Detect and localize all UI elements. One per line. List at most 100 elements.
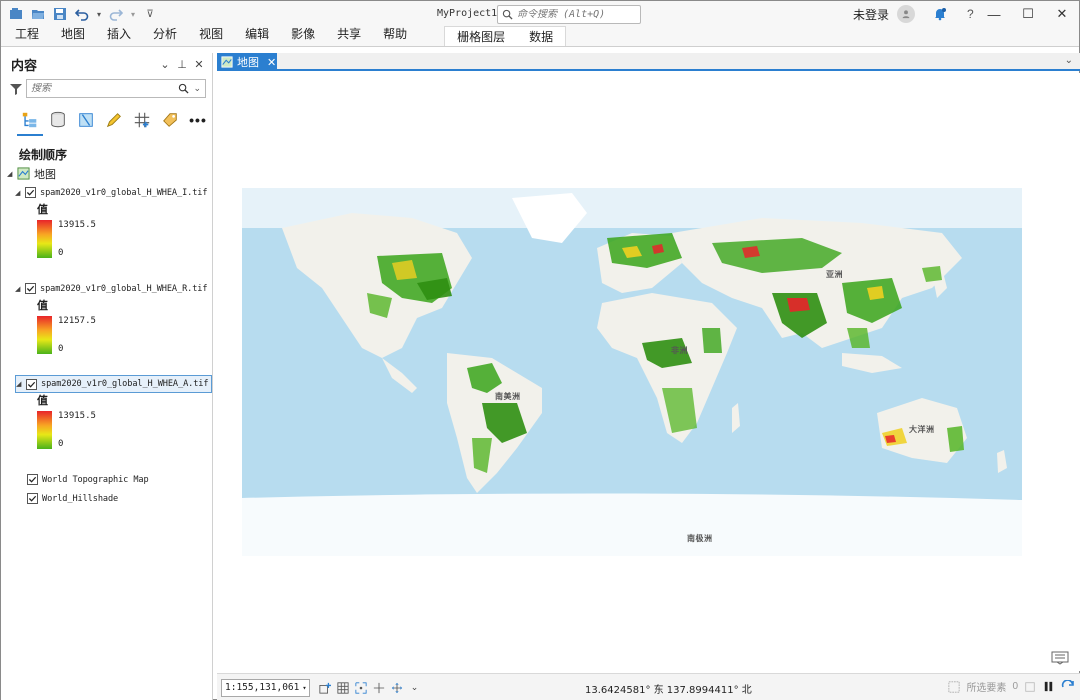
legend-body: 13915.5 0	[37, 411, 212, 449]
tab-overflow-icon[interactable]: ⌄	[1065, 55, 1073, 66]
snapping-icon[interactable]	[354, 681, 368, 695]
antarctica	[242, 493, 1022, 556]
layer-visibility-checkbox[interactable]	[26, 378, 37, 390]
map-node[interactable]: ◢ 地图	[7, 164, 212, 183]
layer-item: ◢ spam2020_v1r0_global_H_WHEA_I.tif 值 13…	[7, 183, 212, 279]
raster-layer-context-tabs: 栅格图层 数据	[444, 26, 567, 47]
tab-share[interactable]: 共享	[326, 25, 372, 46]
snapping-list-icon[interactable]	[131, 109, 153, 131]
layer-item: ◢ spam2020_v1r0_global_H_WHEA_R.tif 值 12…	[7, 279, 212, 375]
contents-view-toolbar: •••	[1, 98, 212, 136]
status-right-tools: 所选要素 0	[948, 679, 1075, 694]
crosshair-icon[interactable]	[372, 681, 386, 695]
tab-view[interactable]: 视图	[188, 25, 234, 46]
scale-dropdown-icon[interactable]: ▾	[302, 684, 306, 692]
pane-close-icon[interactable]: ✕	[192, 58, 206, 71]
notification-bell-icon[interactable]	[931, 5, 949, 23]
pane-options-icon[interactable]: ⌄	[158, 58, 172, 71]
color-ramp	[37, 316, 52, 354]
more-options-icon[interactable]: •••	[187, 109, 209, 131]
basemap-row-hillshade[interactable]: World_Hillshade	[7, 489, 212, 508]
contents-search-box[interactable]: ⌄	[26, 79, 206, 98]
view-tab-strip: 地图 ✕ ⌄	[217, 53, 1080, 71]
clear-selection-icon[interactable]	[1024, 681, 1036, 693]
expand-layer-icon[interactable]: ◢	[15, 285, 25, 293]
add-map-icon[interactable]	[318, 681, 332, 695]
layer-row-whea-r[interactable]: ◢ spam2020_v1r0_global_H_WHEA_R.tif	[15, 279, 212, 298]
tab-edit[interactable]: 编辑	[234, 25, 280, 46]
world-map[interactable]	[242, 188, 1022, 556]
layer-visibility-checkbox[interactable]	[25, 187, 36, 198]
layer-legend: 值 12157.5 0	[15, 298, 212, 375]
grid-icon[interactable]	[336, 681, 350, 695]
labeling-list-icon[interactable]	[159, 109, 181, 131]
pin-icon[interactable]: ⊥	[175, 58, 189, 71]
new-project-icon[interactable]	[7, 5, 25, 23]
status-bar: 1:155,131,061 ▾ ⌄ 13.6424581° 东 137.8994…	[217, 673, 1080, 700]
command-search[interactable]	[497, 5, 641, 24]
tab-insert[interactable]: 插入	[96, 25, 142, 46]
customize-toolbar-icon[interactable]: ⊽	[141, 5, 159, 23]
scale-selector[interactable]: 1:155,131,061 ▾	[221, 678, 310, 697]
legend-title: 值	[37, 204, 48, 216]
layer-row-whea-i[interactable]: ◢ spam2020_v1r0_global_H_WHEA_I.tif	[15, 183, 212, 202]
tab-analysis[interactable]: 分析	[142, 25, 188, 46]
expand-layer-icon[interactable]: ◢	[16, 380, 26, 388]
selection-list-icon[interactable]	[75, 109, 97, 131]
legend-max: 13915.5	[58, 220, 96, 230]
avatar[interactable]	[897, 5, 916, 23]
selected-features-label: 所选要素	[966, 683, 1007, 694]
drawing-order-icon[interactable]	[17, 109, 43, 136]
contents-pane: 内容 ⌄ ⊥ ✕ ⌄	[1, 53, 213, 700]
undo-dropdown-icon[interactable]: ▾	[95, 5, 103, 23]
redo-dropdown-icon[interactable]: ▾	[129, 5, 137, 23]
command-search-input[interactable]	[517, 9, 637, 20]
maximize-icon[interactable]: ☐	[1011, 1, 1045, 27]
basemap-row-topographic[interactable]: World Topographic Map	[7, 470, 212, 489]
nav-dropdown-icon[interactable]: ⌄	[408, 681, 422, 695]
redo-icon[interactable]	[107, 5, 125, 23]
pane-title: 内容	[11, 57, 38, 73]
search-icon[interactable]	[178, 83, 189, 94]
close-icon[interactable]: ✕	[1045, 1, 1079, 27]
expand-layer-icon[interactable]: ◢	[15, 189, 25, 197]
search-icon	[502, 9, 513, 20]
project-name: MyProject1	[437, 8, 498, 19]
tab-help[interactable]: 帮助	[372, 25, 418, 46]
selected-features-count: 0	[1012, 681, 1018, 692]
ribbon-tabs: 工程 地图 插入 分析 视图 编辑 影像 共享 帮助 栅格图层 数据	[1, 25, 1079, 47]
selected-features-icon[interactable]	[948, 680, 961, 693]
layer-row-whea-a[interactable]: ◢ spam2020_v1r0_global_H_WHEA_A.tif	[15, 375, 212, 393]
layer-visibility-checkbox[interactable]	[27, 493, 38, 504]
search-dropdown-icon[interactable]: ⌄	[193, 83, 201, 94]
data-source-icon[interactable]	[47, 109, 69, 131]
open-project-icon[interactable]	[29, 5, 47, 23]
help-icon[interactable]: ?	[967, 7, 974, 21]
tab-project[interactable]: 工程	[1, 25, 50, 46]
refresh-icon[interactable]	[1061, 679, 1075, 694]
layer-name: spam2020_v1r0_global_H_WHEA_I.tif	[40, 187, 208, 198]
basemap-name: World Topographic Map	[42, 474, 149, 485]
tab-raster-layer[interactable]: 栅格图层	[445, 26, 517, 47]
pan-icon[interactable]	[390, 681, 404, 695]
legend-title: 值	[37, 300, 48, 312]
layer-visibility-checkbox[interactable]	[27, 474, 38, 485]
layer-visibility-checkbox[interactable]	[25, 283, 36, 294]
contents-search-input[interactable]	[31, 83, 179, 94]
tab-imagery[interactable]: 影像	[280, 25, 326, 46]
editing-list-icon[interactable]	[103, 109, 125, 131]
tab-data[interactable]: 数据	[517, 26, 565, 47]
contents-header: 内容 ⌄ ⊥ ✕	[1, 53, 212, 75]
expand-map-icon[interactable]: ◢	[7, 170, 17, 178]
sign-in-status[interactable]: 未登录	[853, 6, 889, 23]
close-tab-icon[interactable]: ✕	[267, 56, 276, 69]
minimize-icon[interactable]: —	[977, 1, 1011, 27]
save-icon[interactable]	[51, 5, 69, 23]
tab-map[interactable]: 地图	[50, 25, 96, 46]
window-controls: — ☐ ✕	[977, 1, 1079, 27]
tab-map-view[interactable]: 地图 ✕	[217, 53, 277, 71]
notifications-panel-icon[interactable]	[1051, 651, 1069, 665]
pause-drawing-icon[interactable]	[1042, 680, 1055, 693]
filter-icon[interactable]	[9, 82, 23, 96]
undo-icon[interactable]	[73, 5, 91, 23]
